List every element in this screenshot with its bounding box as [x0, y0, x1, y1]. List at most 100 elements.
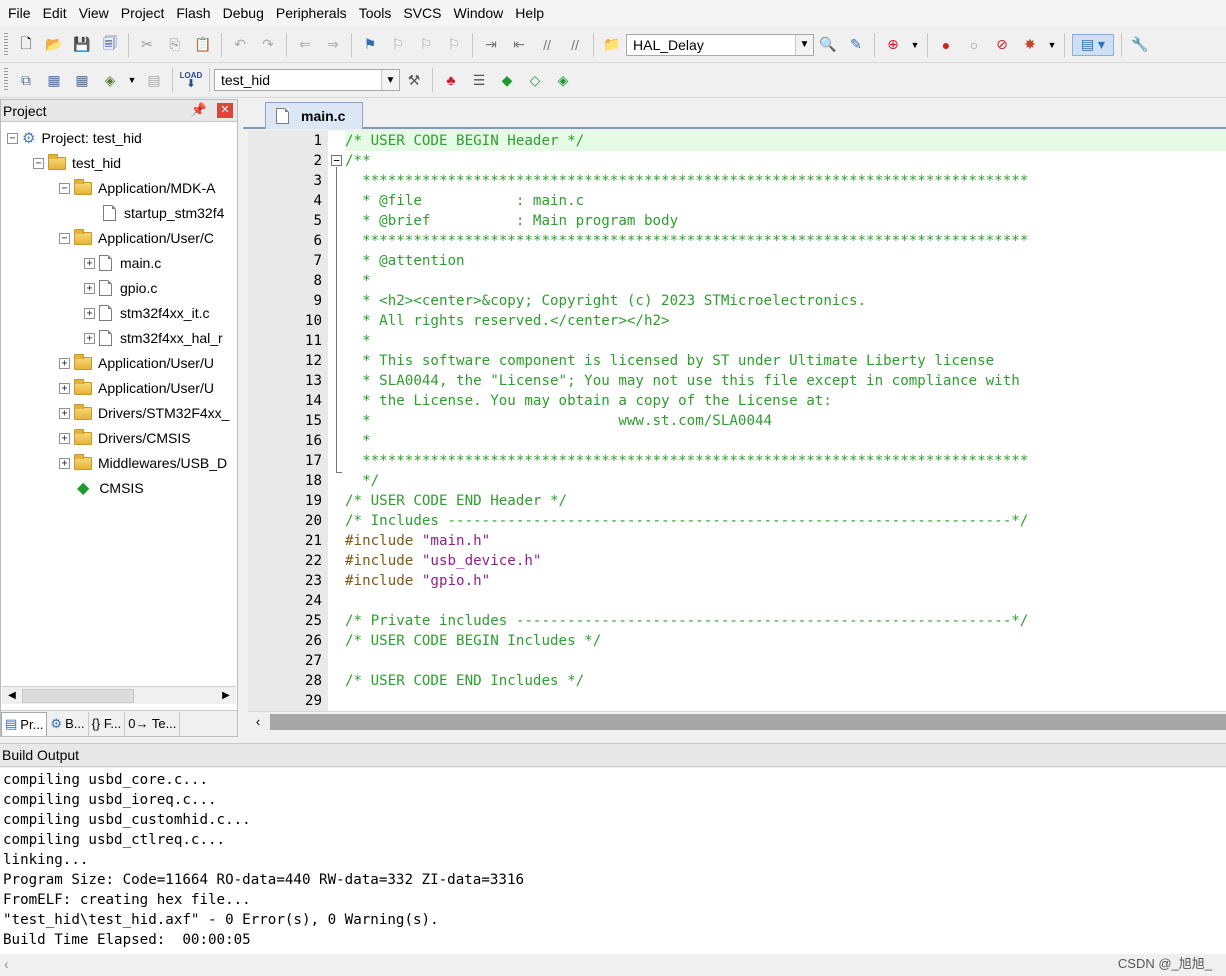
incremental-find-icon[interactable]: ✎ [845, 34, 867, 56]
manage-run-time-environment-icon[interactable]: ◈ [552, 69, 574, 91]
chevron-down-icon[interactable]: ▼ [381, 70, 399, 90]
menu-file[interactable]: File [2, 0, 37, 26]
expand-icon[interactable]: + [84, 282, 95, 294]
tab-project[interactable]: ▤ Pr... [1, 711, 48, 736]
indent-icon[interactable]: ⇥ [480, 34, 502, 56]
cut-icon[interactable]: ✂ [136, 34, 158, 56]
next-bookmark-icon[interactable]: ⚐ [415, 34, 437, 56]
batch-build-icon[interactable]: ◈ [99, 69, 121, 91]
collapse-icon[interactable]: − [33, 157, 44, 169]
expand-icon[interactable]: + [84, 307, 95, 319]
menu-tools[interactable]: Tools [353, 0, 398, 26]
expand-icon[interactable]: + [59, 357, 70, 369]
tree-item-target[interactable]: − test_hid [33, 152, 121, 174]
tree-item-group[interactable]: + Application/User/U [59, 377, 214, 399]
download-load-icon[interactable]: LOAD ⬇ [180, 69, 203, 91]
menu-help[interactable]: Help [509, 0, 550, 26]
undo-icon[interactable]: ↶ [229, 34, 251, 56]
toolbar-grip[interactable] [4, 68, 8, 92]
tab-templates[interactable]: 0→ Te... [125, 711, 181, 736]
expand-icon[interactable]: + [59, 457, 70, 469]
toolbar-grip[interactable] [4, 32, 8, 57]
tree-item-group[interactable]: + Drivers/CMSIS [59, 427, 191, 449]
translate-icon[interactable]: ⧉ [15, 69, 37, 91]
tree-item-group[interactable]: − Application/User/C [59, 227, 214, 249]
navigate-back-icon[interactable]: ⇐ [294, 34, 316, 56]
scroll-left-icon[interactable]: ‹ [4, 956, 9, 972]
window-layout-icon[interactable]: ▤ ▾ [1072, 33, 1114, 56]
pack-installer-icon[interactable]: ◆ [496, 69, 518, 91]
tree-item-cmsis[interactable]: ◆ CMSIS [77, 477, 144, 499]
expand-icon[interactable]: + [59, 382, 70, 394]
comment-icon[interactable]: // [536, 34, 558, 56]
fold-collapse-icon[interactable]: − [331, 155, 342, 166]
tab-functions[interactable]: {} F... [89, 711, 126, 736]
tree-item-group[interactable]: + Application/User/U [59, 352, 214, 374]
chevron-down-icon[interactable]: ▼ [127, 69, 137, 91]
unindent-icon[interactable]: ⇤ [508, 34, 530, 56]
tree-item-file[interactable]: + stm32f4xx_hal_r [84, 327, 223, 349]
find-combo[interactable]: HAL_Delay ▼ [626, 33, 814, 56]
tree-item-group[interactable]: + Drivers/STM32F4xx_ [59, 402, 229, 424]
menu-project[interactable]: Project [115, 0, 171, 26]
kill-breakpoints-icon[interactable]: ✸ [1019, 34, 1041, 56]
menu-edit[interactable]: Edit [37, 0, 73, 26]
file-extensions-icon[interactable]: ♣ [440, 69, 462, 91]
tree-item-group[interactable]: + Middlewares/USB_D [59, 452, 227, 474]
scroll-left-icon[interactable]: ◀ [4, 688, 20, 704]
expand-icon[interactable]: + [84, 257, 95, 269]
copy-icon[interactable]: ⎘ [164, 34, 186, 56]
menu-peripherals[interactable]: Peripherals [270, 0, 353, 26]
scroll-right-icon[interactable]: ▶ [218, 688, 234, 704]
menu-debug[interactable]: Debug [217, 0, 270, 26]
stop-build-icon[interactable]: ▤ [143, 69, 165, 91]
save-all-icon[interactable]: 🗐 [99, 34, 121, 56]
uncomment-icon[interactable]: // [564, 34, 586, 56]
new-file-icon[interactable]: 🗋 [15, 34, 37, 56]
tree-item-file[interactable]: + stm32f4xx_it.c [84, 302, 209, 324]
paste-icon[interactable]: 📋 [192, 34, 214, 56]
collapse-icon[interactable]: − [7, 132, 18, 144]
target-combo[interactable]: test_hid ▼ [214, 69, 400, 91]
tree-item-project-root[interactable]: − ⚙ Project: test_hid [7, 127, 142, 149]
manage-project-items-icon[interactable]: ☰ [468, 69, 490, 91]
collapse-icon[interactable]: − [59, 182, 70, 194]
save-icon[interactable]: 💾 [71, 34, 93, 56]
configure-icon[interactable]: 🔧 [1129, 34, 1151, 56]
tree-item-file[interactable]: + main.c [84, 252, 161, 274]
build-output-scrollbar[interactable]: ‹ [0, 954, 1226, 976]
rebuild-icon[interactable]: ▦ [71, 69, 93, 91]
bookmark-icon[interactable]: ⚑ [359, 34, 381, 56]
scrollbar-thumb[interactable] [22, 689, 134, 703]
project-horizontal-scrollbar[interactable]: ◀ ▶ [2, 686, 236, 704]
tree-item-file[interactable]: + gpio.c [84, 277, 157, 299]
scrollbar-thumb[interactable] [270, 714, 1226, 730]
prev-bookmark-icon[interactable]: ⚐ [387, 34, 409, 56]
pin-icon[interactable]: 📌 [191, 102, 207, 118]
build-output-panel[interactable]: compiling usbd_core.c... compiling usbd_i… [0, 768, 1226, 954]
collapse-icon[interactable]: − [59, 232, 70, 244]
disable-breakpoint-icon[interactable]: ○ [963, 34, 985, 56]
tree-item-file[interactable]: startup_stm32f4 [103, 202, 224, 224]
menu-flash[interactable]: Flash [170, 0, 216, 26]
expand-icon[interactable]: + [59, 407, 70, 419]
clear-bookmarks-icon[interactable]: ⚐ [443, 34, 465, 56]
tab-books[interactable]: ⚙ B... [47, 711, 89, 736]
target-options-icon[interactable]: ⚒ [403, 69, 425, 91]
tab-main-c[interactable]: main.c [265, 102, 363, 129]
close-icon[interactable]: ✕ [217, 103, 233, 118]
navigate-forward-icon[interactable]: ⇒ [322, 34, 344, 56]
redo-icon[interactable]: ↷ [257, 34, 279, 56]
editor-horizontal-scrollbar[interactable]: ‹ [248, 711, 1226, 731]
debug-session-icon[interactable]: ⊕ [882, 34, 904, 56]
chevron-down-icon[interactable]: ▼ [795, 34, 813, 55]
code-view[interactable]: 1 2 3 4 5 6 7 8 9 10 11 12 13 14 15 16 17 18 19 20 21 22 23 24 2… [248, 131, 1226, 711]
find-icon[interactable]: 🔍 [817, 34, 839, 56]
chevron-down-icon[interactable]: ▼ [1047, 34, 1057, 56]
build-icon[interactable]: ▦ [43, 69, 65, 91]
scroll-left-icon[interactable]: ‹ [250, 714, 266, 730]
breakpoint-icon[interactable]: ● [935, 34, 957, 56]
open-folder-icon[interactable]: 📂 [43, 34, 65, 56]
menu-svcs[interactable]: SVCS [397, 0, 447, 26]
find-in-files-icon[interactable]: 📁 [601, 34, 623, 56]
